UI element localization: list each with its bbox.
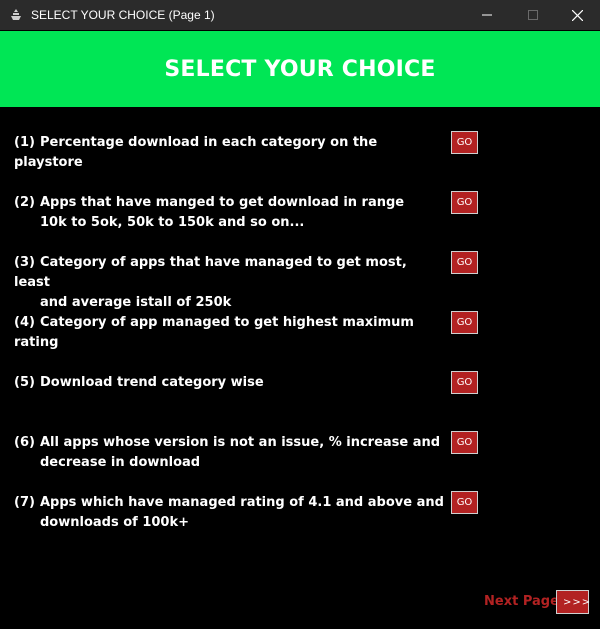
go-button-3[interactable]: GO [451, 251, 478, 274]
go-button-5[interactable]: GO [451, 371, 478, 394]
maximize-icon [528, 10, 538, 20]
option-text: Category of apps that have managed to ge… [14, 255, 407, 290]
go-button-1[interactable]: GO [451, 131, 478, 154]
option-text: Percentage download in each category on … [14, 135, 378, 170]
option-text: Apps that have manged to get download in… [40, 195, 405, 210]
option-text: Apps which have managed rating of 4.1 an… [40, 495, 444, 510]
option-5: (5) Download trend category wise [14, 373, 444, 393]
go-button-4[interactable]: GO [451, 311, 478, 334]
option-6: (6) All apps whose version is not an issu… [14, 433, 444, 473]
option-number: (7) [14, 495, 35, 510]
option-number: (3) [14, 255, 35, 270]
option-2: (2) Apps that have manged to get download… [14, 193, 444, 233]
option-text-line2: decrease in download [40, 455, 201, 470]
page-title: SELECT YOUR CHOICE [164, 56, 436, 82]
option-text: All apps whose version is not an issue, … [40, 435, 441, 450]
option-number: (5) [14, 375, 35, 390]
window-title: SELECT YOUR CHOICE (Page 1) [31, 8, 215, 22]
minimize-icon [482, 14, 492, 16]
go-button-6[interactable]: GO [451, 431, 478, 454]
app-icon [11, 9, 21, 20]
option-number: (6) [14, 435, 35, 450]
next-page-button[interactable]: >>> [556, 590, 590, 614]
go-button-7[interactable]: GO [451, 491, 478, 514]
option-number: (4) [14, 315, 35, 330]
option-4: (4) Category of app managed to get highes… [14, 313, 444, 353]
option-number: (1) [14, 135, 35, 150]
close-button[interactable] [554, 0, 600, 30]
option-3: (3) Category of apps that have managed to… [14, 253, 444, 313]
option-1: (1) Percentage download in each category … [14, 133, 444, 173]
option-text-line2: 10k to 5ok, 50k to 150k and so on... [40, 215, 305, 230]
close-icon [571, 9, 583, 21]
option-number: (2) [14, 195, 35, 210]
header-banner: SELECT YOUR CHOICE [0, 31, 600, 107]
option-7: (7) Apps which have managed rating of 4.1… [14, 493, 444, 533]
maximize-button[interactable] [510, 0, 556, 30]
next-page-label: Next Page [484, 594, 559, 609]
option-text: Download trend category wise [40, 375, 264, 390]
app-window: SELECT YOUR CHOICE (Page 1) SELECT YOUR … [0, 0, 600, 629]
go-button-2[interactable]: GO [451, 191, 478, 214]
option-1-line1: (1) Percentage download in each category … [14, 133, 444, 173]
option-text-line2: and average istall of 250k [40, 295, 232, 310]
title-bar[interactable]: SELECT YOUR CHOICE (Page 1) [0, 0, 600, 30]
option-text-line2: downloads of 100k+ [40, 515, 190, 530]
minimize-button[interactable] [464, 0, 510, 30]
option-text: Category of app managed to get highest m… [14, 315, 414, 350]
